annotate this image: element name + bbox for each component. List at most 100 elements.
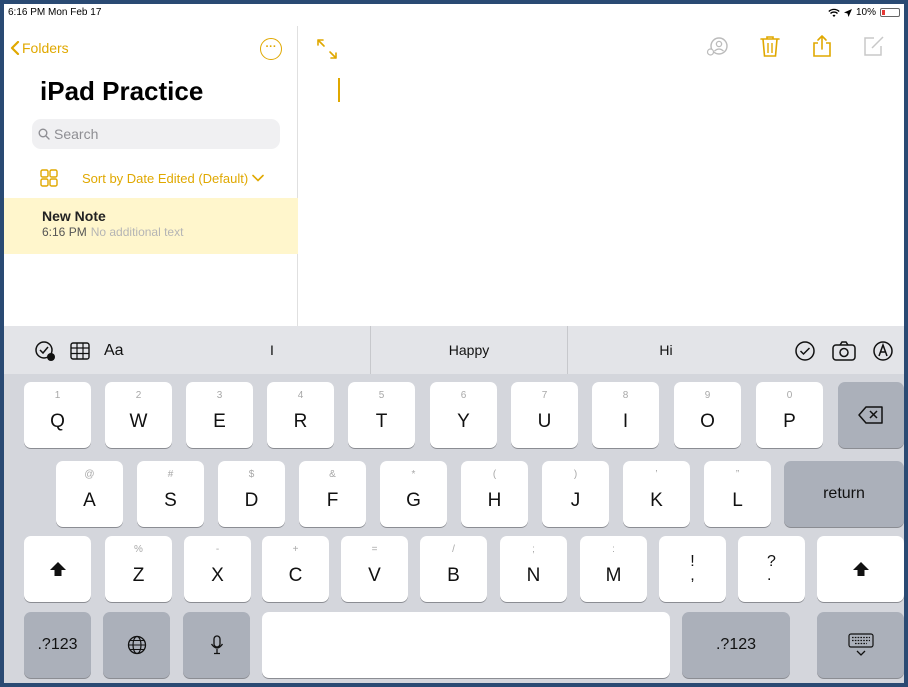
key-hint: * <box>411 469 416 480</box>
more-options-button[interactable]: ··· <box>260 38 282 60</box>
hide-keyboard-key[interactable] <box>817 612 904 678</box>
format-button[interactable]: Aa <box>104 342 124 360</box>
note-list-item[interactable]: New Note 6:16 PM No additional text <box>4 198 298 254</box>
key-bottom-char: , <box>690 567 695 584</box>
key-x[interactable]: -X <box>184 536 251 602</box>
key-exclamation-comma[interactable]: ! , <box>659 536 726 602</box>
key-hint: : <box>612 544 615 555</box>
keyboard-tools-right <box>794 340 894 362</box>
globe-key[interactable] <box>103 612 170 678</box>
key-i[interactable]: 8I <box>592 382 659 448</box>
return-key[interactable]: return <box>784 461 904 527</box>
key-hint: ’ <box>655 469 658 480</box>
globe-icon <box>127 635 146 655</box>
key-hint: & <box>329 469 336 480</box>
key-label: S <box>164 490 177 511</box>
keyboard-tools-left: Aa <box>34 340 124 362</box>
key-a[interactable]: @ A <box>56 461 123 527</box>
trash-icon[interactable] <box>758 34 782 58</box>
ipad-screen: 6:16 PM Mon Feb 17 10% Folders ··· iPad … <box>4 4 904 683</box>
key-e[interactable]: 3E <box>186 382 253 448</box>
key-hint: 8 <box>622 390 629 401</box>
key-hint: ” <box>735 469 740 480</box>
share-icon[interactable] <box>810 34 834 58</box>
numbers-key-right[interactable]: .?123 <box>682 612 790 678</box>
key-t[interactable]: 5T <box>348 382 415 448</box>
key-c[interactable]: + C <box>262 536 329 602</box>
markup-pen-icon[interactable] <box>872 340 894 362</box>
checklist-icon[interactable] <box>34 340 56 362</box>
key-label: X <box>211 565 224 586</box>
key-label: C <box>288 565 303 586</box>
numbers-key-left[interactable]: .?123 <box>24 612 91 678</box>
folders-back-button[interactable]: Folders <box>10 40 69 56</box>
key-hint: 7 <box>541 390 548 401</box>
key-u[interactable]: 7U <box>511 382 578 448</box>
suggestion-item[interactable]: Happy <box>370 326 567 374</box>
folders-back-label: Folders <box>22 40 69 56</box>
key-h[interactable]: (H <box>461 461 528 527</box>
table-icon[interactable] <box>70 342 90 360</box>
key-w[interactable]: 2W <box>105 382 172 448</box>
shift-key-right[interactable] <box>817 536 904 602</box>
dictation-key[interactable] <box>183 612 250 678</box>
key-hint: 6 <box>460 390 467 401</box>
keyboard-toolbar: Aa I Happy Hi <box>4 326 904 374</box>
key-n[interactable]: ; N <box>500 536 567 602</box>
key-p[interactable]: 0P <box>756 382 823 448</box>
key-s[interactable]: # S <box>137 461 204 527</box>
collaborate-icon[interactable] <box>706 34 730 58</box>
key-k[interactable]: ’ K <box>623 461 690 527</box>
key-f[interactable]: & F <box>299 461 366 527</box>
key-label: I <box>622 411 629 432</box>
backspace-icon <box>858 406 883 424</box>
key-label: T <box>375 411 388 432</box>
sort-button[interactable]: Sort by Date Edited (Default) <box>82 171 248 186</box>
key-hint: - <box>215 544 220 555</box>
key-label: G <box>406 490 421 511</box>
checkmark-circle-icon[interactable] <box>794 340 816 362</box>
expand-icon[interactable] <box>316 38 338 60</box>
key-m[interactable]: :M <box>580 536 647 602</box>
key-label: F <box>326 490 339 511</box>
key-label: K <box>650 490 663 511</box>
delete-key[interactable] <box>838 382 904 448</box>
chevron-down-icon[interactable] <box>252 174 265 182</box>
suggestion-item[interactable]: I <box>174 326 370 374</box>
note-meta: 6:16 PM No additional text <box>42 225 298 239</box>
camera-icon[interactable] <box>832 341 856 361</box>
suggestion-item[interactable]: Hi <box>567 326 764 374</box>
gallery-view-icon[interactable] <box>40 169 58 187</box>
key-d[interactable]: $ D <box>218 461 285 527</box>
key-z[interactable]: % Z <box>105 536 172 602</box>
key-label: Q <box>50 411 65 432</box>
key-label: L <box>732 490 743 511</box>
key-v[interactable]: = V <box>341 536 408 602</box>
key-g[interactable]: * G <box>380 461 447 527</box>
key-y[interactable]: 6Y <box>430 382 497 448</box>
key-r[interactable]: 4R <box>267 382 334 448</box>
key-question-period[interactable]: ? . <box>738 536 805 602</box>
key-b[interactable]: / B <box>420 536 487 602</box>
space-bar[interactable] <box>262 612 670 678</box>
key-j[interactable]: ) J <box>542 461 609 527</box>
key-hint: @ <box>84 469 95 480</box>
compose-icon[interactable] <box>862 34 886 58</box>
shift-key-left[interactable] <box>24 536 91 602</box>
key-hint: = <box>371 544 378 555</box>
key-hint: $ <box>248 469 255 480</box>
key-o[interactable]: 9O <box>674 382 741 448</box>
search-field[interactable]: Search <box>32 119 280 149</box>
key-label: R <box>293 411 308 432</box>
key-hint: # <box>167 469 174 480</box>
key-l[interactable]: ” L <box>704 461 771 527</box>
status-time: 6:16 PM Mon Feb 17 <box>8 7 102 18</box>
key-hint: 4 <box>297 390 304 401</box>
key-label: N <box>526 565 541 586</box>
key-hint: % <box>134 544 143 555</box>
wifi-icon <box>828 8 840 17</box>
sort-row: Sort by Date Edited (Default) <box>40 168 290 188</box>
key-label: H <box>487 490 502 511</box>
key-q[interactable]: 1Q <box>24 382 91 448</box>
key-hint: 3 <box>216 390 223 401</box>
